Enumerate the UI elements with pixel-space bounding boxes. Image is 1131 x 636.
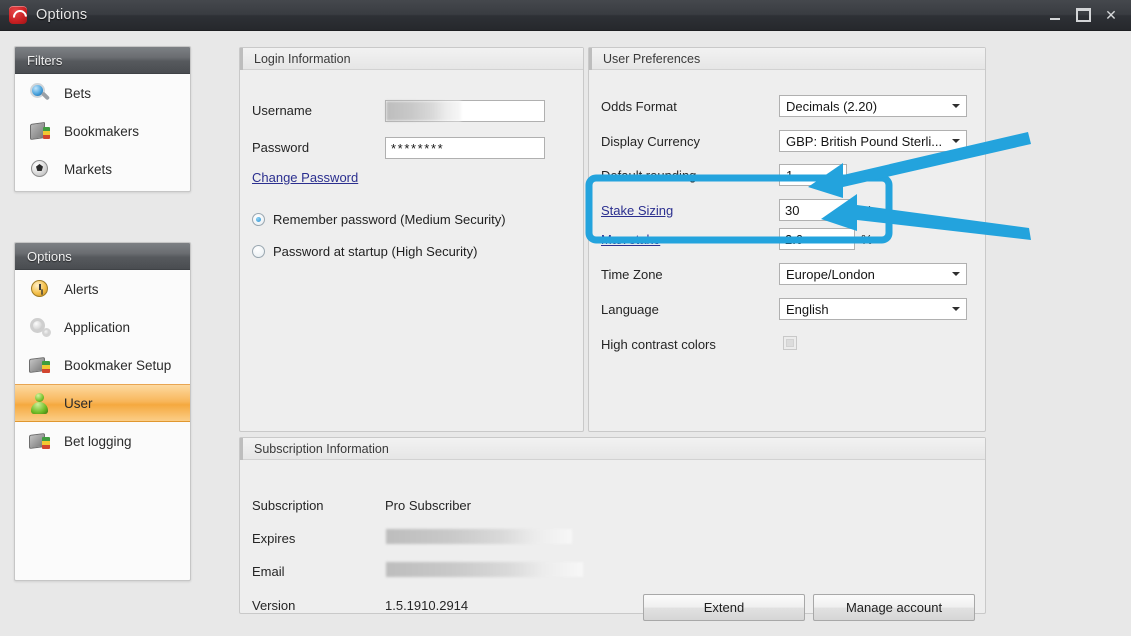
language-value: English <box>786 301 829 317</box>
display-currency-combo[interactable]: GBP: British Pound Sterli... <box>779 130 967 152</box>
sidebar-item-application[interactable]: Application <box>15 308 190 346</box>
remember-password-radio-row[interactable]: Remember password (Medium Security) <box>252 212 506 227</box>
subscription-value: Pro Subscriber <box>385 498 471 513</box>
odds-format-label: Odds Format <box>601 99 677 114</box>
password-at-startup-radio-row[interactable]: Password at startup (High Security) <box>252 244 477 259</box>
odds-format-value: Decimals (2.20) <box>786 98 878 114</box>
window-titlebar: Options ✕ <box>0 0 1131 31</box>
username-redaction <box>386 101 461 121</box>
football-icon <box>29 158 53 180</box>
sidebar-item-bookmakers-label: Bookmakers <box>64 123 140 139</box>
subscription-information-panel: Subscription Information Subscription Pr… <box>239 437 986 621</box>
high-contrast-colors-checkbox[interactable] <box>783 336 797 350</box>
display-currency-value: GBP: British Pound Sterli... <box>786 133 943 149</box>
default-rounding-combo[interactable]: 1 <box>779 164 847 186</box>
version-label: Version <box>252 598 296 613</box>
password-label: Password <box>252 140 310 155</box>
chevron-down-icon <box>832 173 840 177</box>
default-rounding-value: 1 <box>786 167 794 183</box>
default-rounding-label: Default rounding <box>601 168 697 183</box>
chevron-down-icon <box>952 272 960 276</box>
version-value: 1.5.1910.2914 <box>385 598 469 613</box>
alarm-clock-icon <box>29 278 53 300</box>
expires-value-redaction <box>386 529 572 544</box>
sidebar-group-options-title: Options <box>15 243 190 270</box>
bet-logging-icon <box>29 430 53 452</box>
remember-password-radio[interactable] <box>252 213 265 226</box>
user-icon <box>29 392 53 414</box>
sidebar-item-bookmaker-setup-label: Bookmaker Setup <box>64 357 172 373</box>
high-contrast-colors-label: High contrast colors <box>601 337 716 352</box>
password-at-startup-label: Password at startup (High Security) <box>273 244 478 259</box>
password-row: Password <box>252 140 309 155</box>
chevron-down-icon <box>952 307 960 311</box>
password-input[interactable]: ******** <box>385 137 545 159</box>
email-value-redaction <box>386 562 583 577</box>
login-information-panel: Login Information Username Password ****… <box>239 47 584 432</box>
sidebar-group-filters: Filters Bets Bookmakers Markets <box>14 46 191 192</box>
sidebar-group-options: Options Alerts Application Bookmaker Set… <box>14 242 191 581</box>
user-preferences-title: User Preferences <box>589 48 985 70</box>
stake-sizing-unit: % <box>861 203 873 218</box>
manage-account-button[interactable]: Manage account <box>813 594 975 621</box>
sidebar-item-user[interactable]: User <box>15 384 190 422</box>
minimize-button[interactable] <box>1041 0 1069 31</box>
subscription-information-title: Subscription Information <box>240 438 985 460</box>
extend-button[interactable]: Extend <box>643 594 805 621</box>
max-stake-unit: % <box>861 232 873 247</box>
maximize-button[interactable] <box>1069 0 1097 31</box>
close-button[interactable]: ✕ <box>1097 0 1125 31</box>
window-controls: ✕ <box>1041 0 1125 31</box>
email-label: Email <box>252 564 285 579</box>
language-combo[interactable]: English <box>779 298 967 320</box>
login-information-title: Login Information <box>240 48 583 70</box>
window-title: Options <box>36 7 88 23</box>
gears-icon <box>29 316 53 338</box>
expires-label: Expires <box>252 531 296 546</box>
language-label: Language <box>601 302 659 317</box>
password-at-startup-radio[interactable] <box>252 245 265 258</box>
username-row: Username <box>252 103 312 118</box>
time-zone-label: Time Zone <box>601 267 663 282</box>
sidebar-item-application-label: Application <box>64 319 131 335</box>
time-zone-value: Europe/London <box>786 266 875 282</box>
bookmaker-setup-icon <box>29 354 53 376</box>
subscription-label: Subscription <box>252 498 324 513</box>
sidebar-item-bet-logging-label: Bet logging <box>64 433 132 449</box>
sidebar-item-bookmakers[interactable]: Bookmakers <box>15 112 190 150</box>
sidebar-item-alerts[interactable]: Alerts <box>15 270 190 308</box>
sidebar-item-user-label: User <box>64 395 93 411</box>
sidebar-item-bets[interactable]: Bets <box>15 74 190 112</box>
sidebar-item-bookmaker-setup[interactable]: Bookmaker Setup <box>15 346 190 384</box>
sidebar-group-filters-title: Filters <box>15 47 190 74</box>
chevron-down-icon <box>952 104 960 108</box>
sidebar-item-bets-label: Bets <box>64 85 92 101</box>
max-stake-label[interactable]: Max stake <box>601 232 660 247</box>
book-icon <box>29 120 53 142</box>
sidebar-item-markets[interactable]: Markets <box>15 150 190 188</box>
sidebar-item-markets-label: Markets <box>64 161 113 177</box>
remember-password-label: Remember password (Medium Security) <box>273 212 506 227</box>
user-preferences-panel: User Preferences Odds Format Decimals (2… <box>588 47 986 432</box>
max-stake-input[interactable]: 2.0 <box>779 228 855 250</box>
display-currency-label: Display Currency <box>601 134 700 149</box>
sidebar-item-bet-logging[interactable]: Bet logging <box>15 422 190 460</box>
sidebar-item-alerts-label: Alerts <box>64 281 99 297</box>
magnifier-icon <box>29 82 53 104</box>
odds-format-combo[interactable]: Decimals (2.20) <box>779 95 967 117</box>
stake-sizing-label[interactable]: Stake Sizing <box>601 203 673 218</box>
username-label: Username <box>252 103 312 118</box>
app-logo-icon <box>9 6 27 24</box>
time-zone-combo[interactable]: Europe/London <box>779 263 967 285</box>
change-password-link[interactable]: Change Password <box>252 170 358 185</box>
stake-sizing-input[interactable]: 30 <box>779 199 855 221</box>
chevron-down-icon <box>952 139 960 143</box>
